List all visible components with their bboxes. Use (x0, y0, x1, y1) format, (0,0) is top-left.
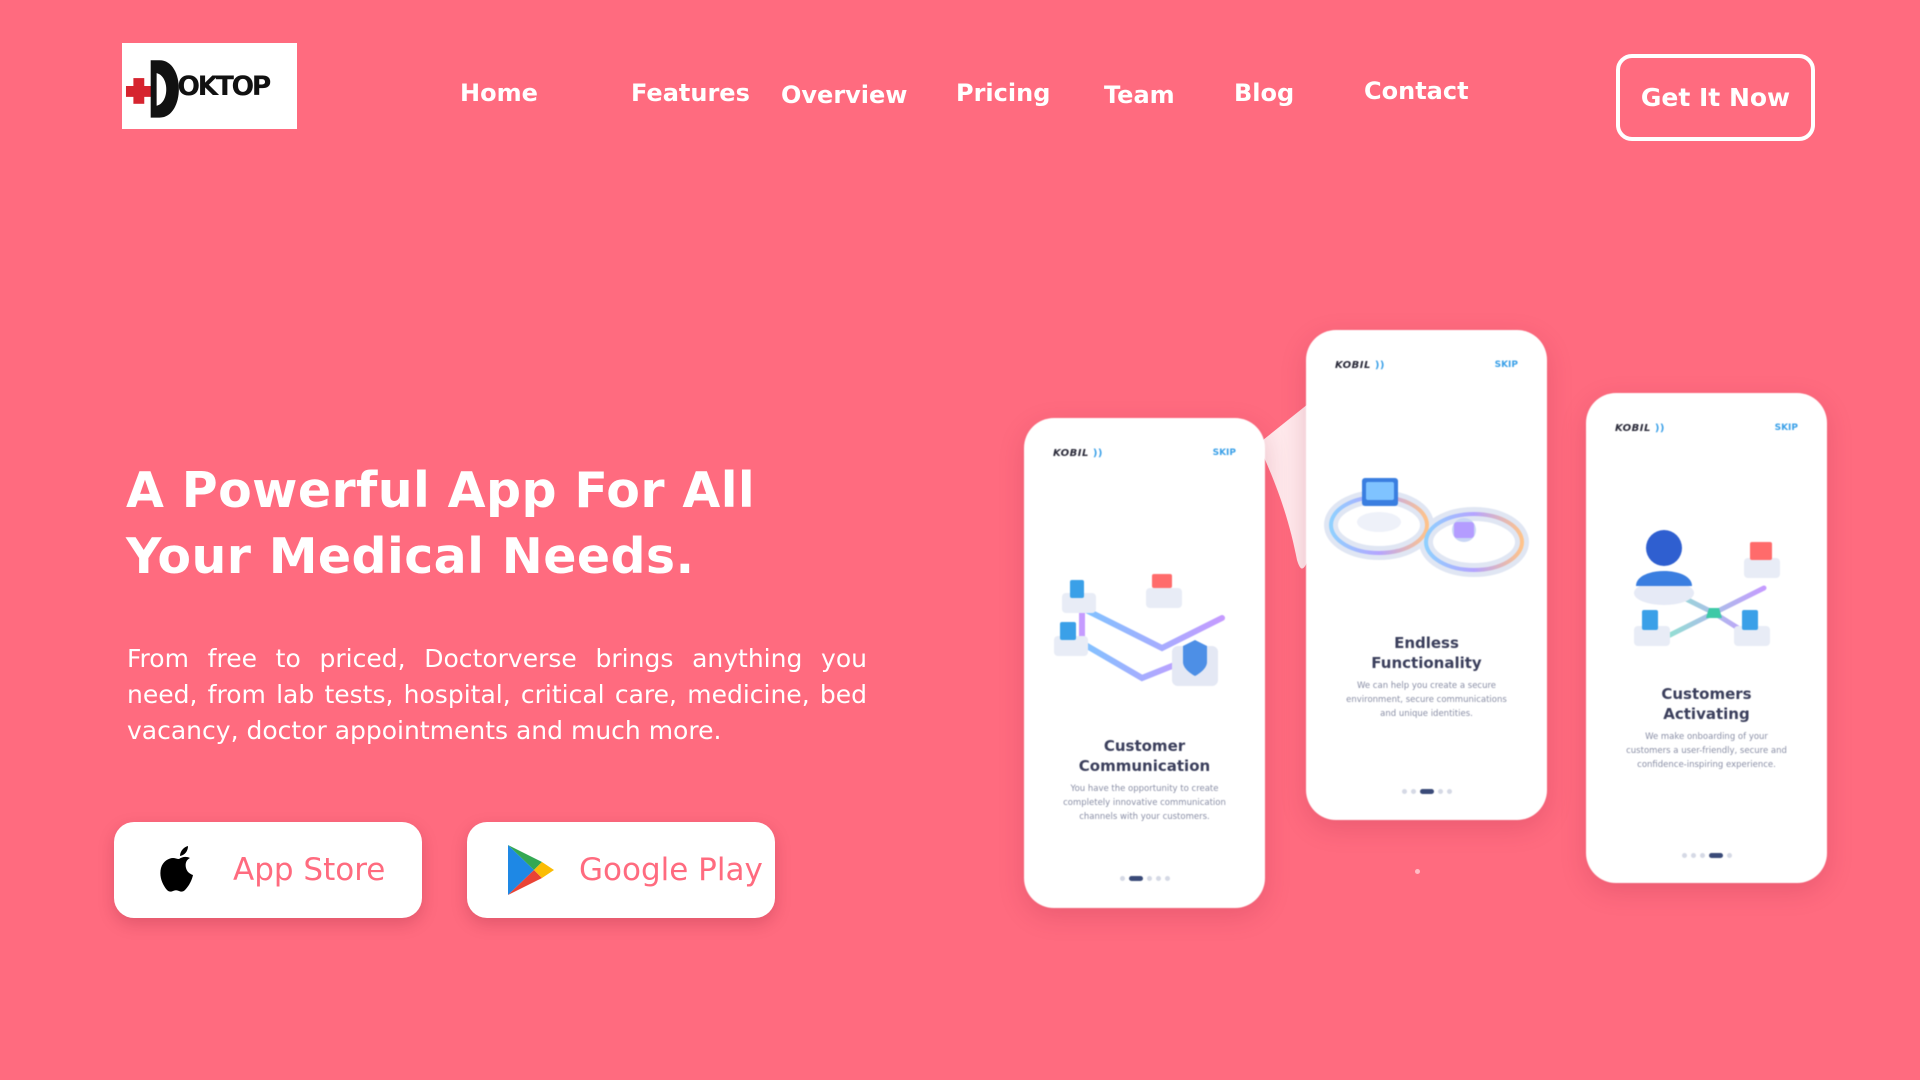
nav-overview[interactable]: Overview (781, 76, 907, 114)
hero-description: From free to priced, Doctorverse brings … (127, 644, 867, 745)
pager-dots (1024, 876, 1265, 881)
nav-pricing[interactable]: Pricing (956, 74, 1050, 112)
apple-icon (155, 846, 203, 894)
phone-screen-endless-functionality: KOBIL)) SKIP Endless Functionality We ca… (1306, 330, 1547, 820)
phone-title: Customer Communication (1078, 737, 1211, 775)
wifi-icon: )) (1092, 448, 1103, 459)
phone-text: We can help you create a secure environm… (1346, 681, 1507, 719)
nav-team[interactable]: Team (1104, 76, 1175, 114)
skip-link[interactable]: SKIP (1775, 423, 1798, 433)
app-store-label: App Store (233, 852, 386, 888)
google-play-button[interactable]: Google Play (467, 822, 775, 918)
nav-home[interactable]: Home (460, 74, 538, 112)
skip-link[interactable]: SKIP (1213, 448, 1236, 458)
nav-blog[interactable]: Blog (1234, 74, 1294, 112)
infinity-loop-illustration-icon (1324, 478, 1529, 577)
app-store-button[interactable]: App Store (114, 822, 422, 918)
wifi-icon: )) (1374, 360, 1385, 371)
phone-brand: KOBIL)) (1335, 360, 1385, 371)
hero-title-line-2: Your Medical Needs. (126, 528, 695, 585)
decorative-dot (1415, 869, 1420, 874)
hero-title-line-1: A Powerful App For All (126, 462, 756, 519)
pager-dots (1586, 853, 1827, 858)
phone-title: Customers Activating (1661, 685, 1752, 723)
phone-screen-customer-communication: KOBIL)) SKIP Customer Communication You … (1024, 418, 1265, 908)
network-illustration-icon (1054, 574, 1225, 686)
google-play-icon (501, 843, 561, 897)
phone-title: Endless Functionality (1371, 634, 1482, 672)
phone-brand: KOBIL)) (1053, 448, 1103, 459)
phone-screen-customers-activating: KOBIL)) SKIP Customers Activating We mak… (1586, 393, 1827, 883)
phone-text: We make onboarding of your customers a u… (1626, 732, 1787, 770)
user-network-illustration-icon (1634, 530, 1780, 646)
doktop-logo-icon: OKTOP (125, 60, 273, 118)
pager-dots (1306, 789, 1547, 794)
skip-link[interactable]: SKIP (1495, 360, 1518, 370)
nav-features[interactable]: Features (631, 74, 750, 112)
phone-text: You have the opportunity to create compl… (1063, 784, 1226, 822)
hero-title: A Powerful App For All Your Medical Need… (126, 458, 766, 590)
logo-wordmark: OKTOP (177, 71, 270, 102)
wifi-icon: )) (1654, 423, 1665, 434)
google-play-label: Google Play (579, 852, 763, 888)
nav-contact[interactable]: Contact (1364, 72, 1469, 110)
phone-brand: KOBIL)) (1615, 423, 1665, 434)
get-it-now-button[interactable]: Get It Now (1616, 54, 1815, 141)
brand-logo[interactable]: OKTOP (122, 43, 297, 129)
get-it-now-label: Get It Now (1640, 83, 1791, 112)
